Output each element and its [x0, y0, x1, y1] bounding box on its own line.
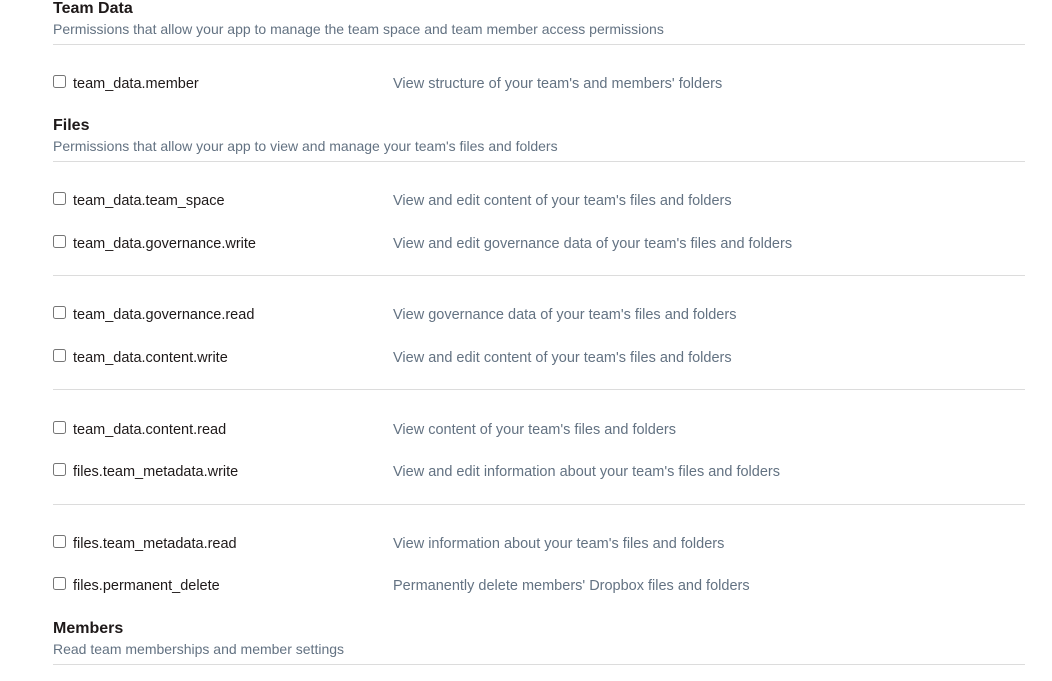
- permission-scope-name: files.team_metadata.write: [73, 464, 239, 480]
- permission-checkbox-team-data-content-read[interactable]: [53, 421, 66, 434]
- permission-checkbox-team-data-member[interactable]: [53, 75, 66, 88]
- permission-scope-name: team_data.governance.read: [73, 307, 255, 323]
- section-divider: [53, 44, 1025, 45]
- permission-checkbox-files-permanent-delete[interactable]: [53, 577, 66, 590]
- section-divider: [53, 161, 1025, 162]
- permission-scope-name: team_data.governance.write: [73, 236, 256, 252]
- permission-checkbox-team-data-content-write[interactable]: [53, 349, 66, 362]
- permission-description: View governance data of your team's file…: [393, 307, 737, 323]
- permission-checkbox-team-data-governance-write[interactable]: [53, 235, 66, 248]
- section-divider: [53, 664, 1025, 665]
- permission-description: View and edit information about your tea…: [393, 464, 780, 480]
- permission-checkbox-team-data-team-space[interactable]: [53, 192, 66, 205]
- permission-description: Permanently delete members' Dropbox file…: [393, 578, 750, 594]
- permission-row-team-data-team-space: team_data.team_space View and edit conte…: [53, 191, 1025, 211]
- permission-description: View and edit content of your team's fil…: [393, 193, 732, 209]
- section-description-team-data: Permissions that allow your app to manag…: [53, 21, 664, 37]
- permission-row-team-data-content-read: team_data.content.read View content of y…: [53, 420, 1025, 440]
- permission-scope-name: files.team_metadata.read: [73, 536, 237, 552]
- permission-description: View and edit content of your team's fil…: [393, 350, 732, 366]
- section-description-files: Permissions that allow your app to view …: [53, 138, 558, 154]
- permission-row-team-data-member: team_data.member View structure of your …: [53, 74, 1025, 94]
- permission-scope-name: team_data.team_space: [73, 193, 225, 209]
- permission-scope-name: team_data.member: [73, 76, 199, 92]
- permission-checkbox-files-team-metadata-write[interactable]: [53, 463, 66, 476]
- group-divider: [53, 504, 1025, 505]
- permission-scope-name: files.permanent_delete: [73, 578, 220, 594]
- section-title-members: Members: [53, 620, 124, 637]
- permission-row-files-team-metadata-write: files.team_metadata.write View and edit …: [53, 462, 1025, 482]
- permission-description: View and edit governance data of your te…: [393, 236, 793, 252]
- group-divider: [53, 389, 1025, 390]
- permission-row-team-data-governance-read: team_data.governance.read View governanc…: [53, 305, 1025, 325]
- permission-scope-name: team_data.content.read: [73, 422, 227, 438]
- section-description-members: Read team memberships and member setting…: [53, 641, 345, 657]
- permission-checkbox-team-data-governance-read[interactable]: [53, 306, 66, 319]
- permission-row-team-data-content-write: team_data.content.write View and edit co…: [53, 348, 1025, 368]
- permission-description: View information about your team's files…: [393, 536, 725, 552]
- group-divider: [53, 275, 1025, 276]
- permission-row-files-team-metadata-read: files.team_metadata.read View informatio…: [53, 534, 1025, 554]
- permission-checkbox-files-team-metadata-read[interactable]: [53, 535, 66, 548]
- permission-description: View content of your team's files and fo…: [393, 422, 676, 438]
- section-title-team-data: Team Data: [53, 0, 133, 17]
- permission-row-team-data-governance-write: team_data.governance.write View and edit…: [53, 234, 1025, 254]
- permission-scope-name: team_data.content.write: [73, 350, 228, 366]
- permission-row-files-permanent-delete: files.permanent_delete Permanently delet…: [53, 576, 1025, 596]
- permission-description: View structure of your team's and member…: [393, 76, 723, 92]
- section-title-files: Files: [53, 117, 90, 134]
